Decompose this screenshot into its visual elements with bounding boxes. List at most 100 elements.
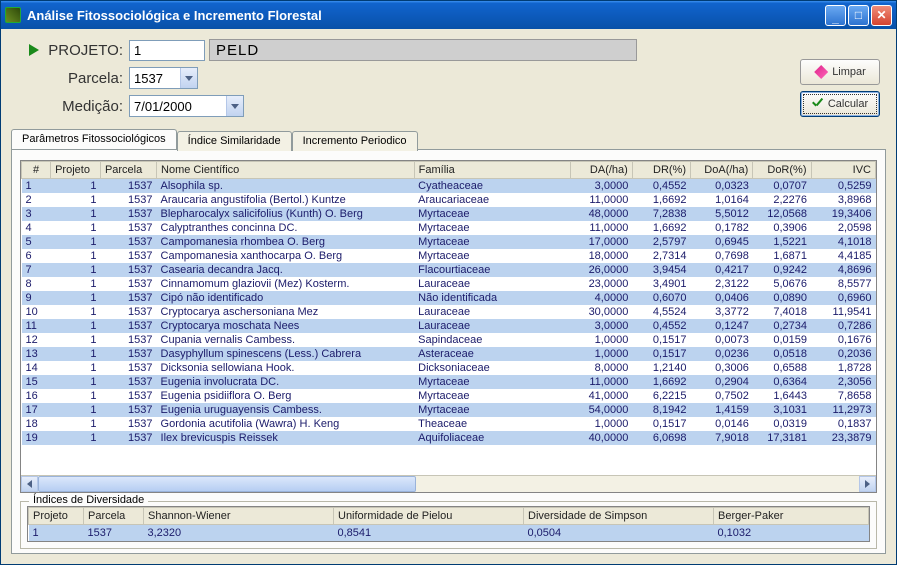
- cell-familia: Dicksoniaceae: [414, 361, 570, 375]
- maximize-button[interactable]: □: [848, 5, 869, 26]
- diversity-row[interactable]: 1 1537 3,2320 0,8541 0,0504 0,1032: [29, 525, 869, 542]
- cell-idx: 6: [22, 249, 51, 263]
- parcela-combo[interactable]: [129, 67, 198, 89]
- minimize-button[interactable]: _: [825, 5, 846, 26]
- table-row[interactable]: 1011537Cryptocarya aschersoniana MezLaur…: [22, 305, 876, 319]
- cell-doa: 0,6945: [691, 235, 753, 249]
- table-row[interactable]: 1111537Cryptocarya moschata NeesLauracea…: [22, 319, 876, 333]
- calcular-label: Calcular: [828, 98, 868, 110]
- parcela-input[interactable]: [130, 68, 180, 88]
- parcela-dropdown-button[interactable]: [180, 68, 197, 88]
- chevron-down-icon: [185, 76, 193, 81]
- dcol-parcela[interactable]: Parcela: [84, 508, 144, 525]
- label-medicao: Medição:: [43, 98, 129, 115]
- table-row[interactable]: 711537Casearia decandra Jacq.Flacourtiac…: [22, 263, 876, 277]
- dcol-berger[interactable]: Berger-Paker: [714, 508, 869, 525]
- cell-ivc: 0,1837: [811, 417, 876, 431]
- cell-ivc: 23,3879: [811, 431, 876, 445]
- tab-incremento[interactable]: Incremento Periodico: [292, 131, 418, 151]
- cell-nome: Eugenia uruguayensis Cambess.: [157, 403, 415, 417]
- table-row[interactable]: 611537Campomanesia xanthocarpa O. BergMy…: [22, 249, 876, 263]
- scroll-right-button[interactable]: [859, 476, 876, 492]
- col-dr[interactable]: DR(%): [632, 162, 690, 179]
- medicao-combo[interactable]: [129, 95, 244, 117]
- cell-parcela: 1537: [100, 347, 156, 361]
- col-familia[interactable]: Família: [414, 162, 570, 179]
- tab-parametros[interactable]: Parâmetros Fitossociológicos: [11, 129, 177, 149]
- cell-familia: Flacourtiaceae: [414, 263, 570, 277]
- close-button[interactable]: ✕: [871, 5, 892, 26]
- dcol-projeto[interactable]: Projeto: [29, 508, 84, 525]
- table-row[interactable]: 811537Cinnamomum glaziovii (Mez) Kosterm…: [22, 277, 876, 291]
- cell-projeto: 1: [51, 431, 101, 445]
- col-ivc[interactable]: IVC: [811, 162, 876, 179]
- cell-parcela: 1537: [100, 375, 156, 389]
- dcol-simpson[interactable]: Diversidade de Simpson: [524, 508, 714, 525]
- cell-parcela: 1537: [100, 319, 156, 333]
- table-row[interactable]: 1811537Gordonia acutifolia (Wawra) H. Ke…: [22, 417, 876, 431]
- tab-panel: # Projeto Parcela Nome Científico Famíli…: [11, 149, 886, 554]
- cell-familia: Myrtaceae: [414, 375, 570, 389]
- table-row[interactable]: 1711537Eugenia uruguayensis Cambess.Myrt…: [22, 403, 876, 417]
- table-row[interactable]: 311537Blepharocalyx salicifolius (Kunth)…: [22, 207, 876, 221]
- table-row[interactable]: 111537Alsophila sp.Cyatheaceae3,00000,45…: [22, 179, 876, 194]
- cell-parcela: 1537: [100, 403, 156, 417]
- cell-familia: Lauraceae: [414, 277, 570, 291]
- table-row[interactable]: 1911537Ilex brevicuspis ReissekAquifolia…: [22, 431, 876, 445]
- projeto-input[interactable]: [129, 40, 205, 61]
- cell-dr: 6,0698: [632, 431, 690, 445]
- cell-dor: 12,0568: [753, 207, 811, 221]
- table-row[interactable]: 511537Campomanesia rhombea O. BergMyrtac…: [22, 235, 876, 249]
- cell-ivc: 7,8658: [811, 389, 876, 403]
- scroll-left-button[interactable]: [21, 476, 38, 492]
- table-row[interactable]: 411537Calyptranthes concinna DC.Myrtacea…: [22, 221, 876, 235]
- cell-parcela: 1537: [100, 263, 156, 277]
- chevron-down-icon: [231, 104, 239, 109]
- limpar-button[interactable]: Limpar: [800, 59, 880, 85]
- cell-ivc: 3,8968: [811, 193, 876, 207]
- table-row[interactable]: 911537Cipó não identificadoNão identific…: [22, 291, 876, 305]
- horizontal-scrollbar[interactable]: [21, 475, 876, 492]
- calcular-button[interactable]: Calcular: [800, 91, 880, 117]
- cell-idx: 1: [22, 179, 51, 194]
- table-row[interactable]: 1311537Dasyphyllum spinescens (Less.) Ca…: [22, 347, 876, 361]
- table-row[interactable]: 1511537Eugenia involucrata DC.Myrtaceae1…: [22, 375, 876, 389]
- cell-dr: 1,6692: [632, 193, 690, 207]
- col-idx[interactable]: #: [22, 162, 51, 179]
- grid-header-row[interactable]: # Projeto Parcela Nome Científico Famíli…: [22, 162, 876, 179]
- col-nome[interactable]: Nome Científico: [157, 162, 415, 179]
- cell-dr: 8,1942: [632, 403, 690, 417]
- scroll-track[interactable]: [38, 476, 859, 492]
- dcol-pielou[interactable]: Uniformidade de Pielou: [334, 508, 524, 525]
- medicao-input[interactable]: [130, 96, 226, 116]
- col-dor[interactable]: DoR(%): [753, 162, 811, 179]
- table-row[interactable]: 1411537Dicksonia sellowiana Hook.Dickson…: [22, 361, 876, 375]
- table-row[interactable]: 1211537Cupania vernalis Cambess.Sapindac…: [22, 333, 876, 347]
- cell-doa: 0,4217: [691, 263, 753, 277]
- dcell-berger: 0,1032: [714, 525, 869, 542]
- titlebar[interactable]: Análise Fitossociológica e Incremento Fl…: [1, 1, 896, 29]
- dcol-shannon[interactable]: Shannon-Wiener: [144, 508, 334, 525]
- diversity-grid[interactable]: Projeto Parcela Shannon-Wiener Uniformid…: [27, 506, 870, 542]
- table-row[interactable]: 211537Araucaria angustifolia (Bertol.) K…: [22, 193, 876, 207]
- cell-dor: 1,5221: [753, 235, 811, 249]
- cell-doa: 0,1782: [691, 221, 753, 235]
- main-grid[interactable]: # Projeto Parcela Nome Científico Famíli…: [20, 160, 877, 493]
- cell-ivc: 4,8696: [811, 263, 876, 277]
- col-parcela[interactable]: Parcela: [100, 162, 156, 179]
- medicao-dropdown-button[interactable]: [226, 96, 243, 116]
- table-row[interactable]: 1611537Eugenia psidiiflora O. BergMyrtac…: [22, 389, 876, 403]
- cell-parcela: 1537: [100, 249, 156, 263]
- cell-doa: 5,5012: [691, 207, 753, 221]
- cell-nome: Ilex brevicuspis Reissek: [157, 431, 415, 445]
- diversity-header-row[interactable]: Projeto Parcela Shannon-Wiener Uniformid…: [29, 508, 869, 525]
- cell-nome: Cipó não identificado: [157, 291, 415, 305]
- col-da[interactable]: DA(/ha): [570, 162, 632, 179]
- col-doa[interactable]: DoA(/ha): [691, 162, 753, 179]
- col-projeto[interactable]: Projeto: [51, 162, 101, 179]
- tab-similaridade[interactable]: Índice Similaridade: [177, 131, 292, 151]
- app-icon: [5, 7, 21, 23]
- cell-idx: 18: [22, 417, 51, 431]
- scroll-thumb[interactable]: [38, 476, 416, 492]
- cell-doa: 0,0146: [691, 417, 753, 431]
